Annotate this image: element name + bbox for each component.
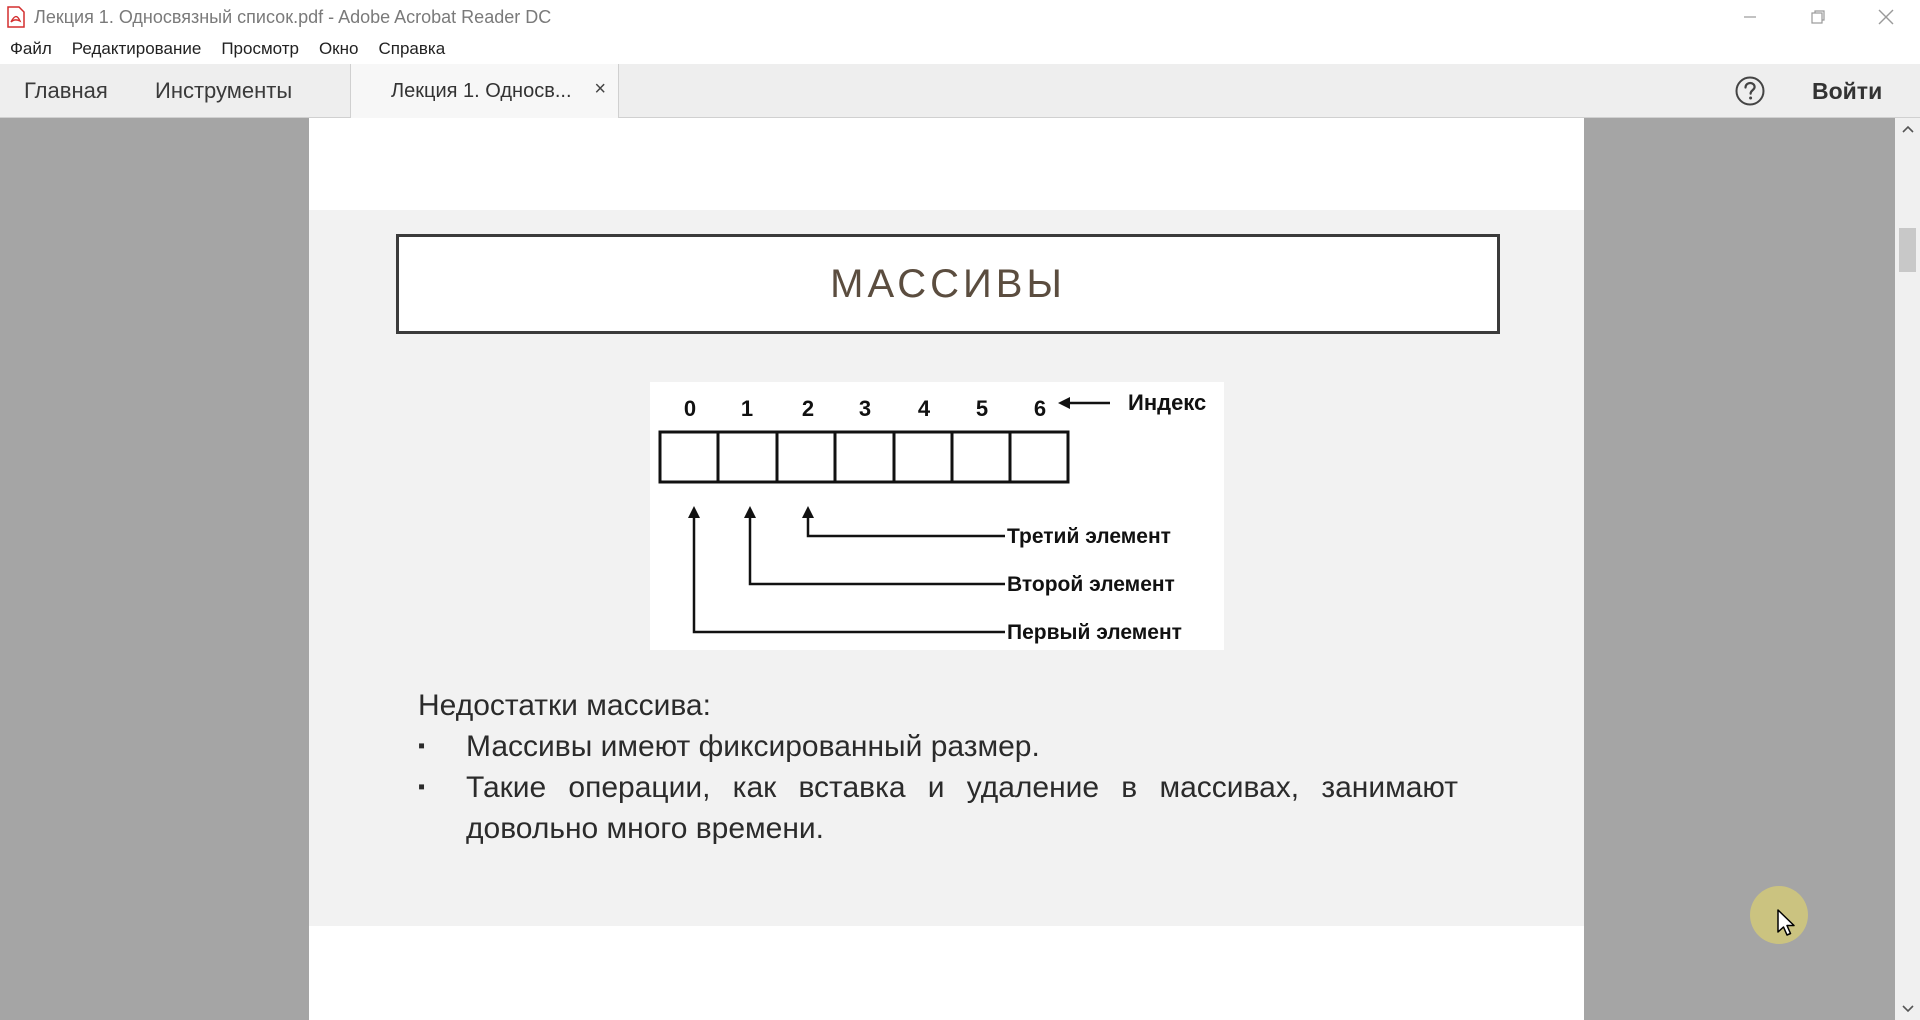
list-item-text: Массивы имеют фиксированный размер. — [466, 730, 1040, 763]
list-item: ▪ Такие операции, как вставка и удаление… — [418, 767, 1458, 849]
acrobat-pdf-icon — [7, 6, 25, 28]
menu-help[interactable]: Справка — [378, 39, 445, 59]
third-element-label: Третий элемент — [1007, 525, 1171, 548]
tab-home[interactable]: Главная — [24, 64, 108, 118]
minimize-icon[interactable] — [1716, 0, 1784, 34]
pointer-arrowheads — [688, 506, 814, 518]
second-element-label: Второй элемент — [1007, 573, 1175, 596]
tab-bar: Главная Инструменты Лекция 1. Односв... … — [0, 64, 1920, 118]
index-label-2: 2 — [802, 396, 814, 421]
index-label-5: 5 — [976, 396, 988, 421]
bullet-icon: ▪ — [418, 735, 426, 757]
restore-icon[interactable] — [1784, 0, 1852, 34]
scroll-thumb[interactable] — [1899, 228, 1916, 272]
close-icon[interactable] — [1852, 0, 1920, 34]
element-pointers — [692, 512, 1005, 634]
tab-document[interactable]: Лекция 1. Односв... × — [350, 64, 619, 118]
document-viewport[interactable]: МАССИВЫ 0 1 2 3 4 5 6 Индекс Третий элем… — [0, 118, 1895, 1020]
index-arrowhead — [1058, 397, 1070, 409]
document-tab-label: Лекция 1. Односв... — [391, 79, 572, 102]
title-bar: Лекция 1. Односвязный список.pdf - Adobe… — [0, 0, 1920, 34]
list-item-text: Такие операции, как вставка и удаление в… — [466, 771, 1458, 845]
index-label-1: 1 — [741, 396, 753, 421]
menu-bar: Файл Редактирование Просмотр Окно Справк… — [0, 34, 1920, 64]
notes-list: ▪ Массивы имеют фиксированный размер. ▪ … — [418, 726, 1458, 849]
window-title: Лекция 1. Односвязный список.pdf - Adobe… — [34, 6, 552, 27]
scroll-up-icon[interactable] — [1895, 118, 1920, 140]
bullet-icon: ▪ — [418, 776, 426, 798]
index-label-0: 0 — [684, 396, 696, 421]
notes-heading: Недостатки массива: — [418, 689, 711, 722]
scroll-down-icon[interactable] — [1895, 998, 1920, 1020]
menu-edit[interactable]: Редактирование — [72, 39, 202, 59]
menu-window[interactable]: Окно — [319, 39, 359, 59]
slide-title: МАССИВЫ — [830, 261, 1066, 306]
menu-file[interactable]: Файл — [10, 39, 52, 59]
sign-in-button[interactable]: Войти — [1812, 64, 1882, 118]
list-item: ▪ Массивы имеют фиксированный размер. — [418, 726, 1458, 767]
menu-view[interactable]: Просмотр — [221, 39, 299, 59]
array-cells — [658, 430, 1070, 484]
slide-notes: Недостатки массива: ▪ Массивы имеют фикс… — [418, 685, 1458, 849]
array-diagram: 0 1 2 3 4 5 6 Индекс Третий элемент Втор… — [650, 382, 1224, 650]
pdf-page: МАССИВЫ 0 1 2 3 4 5 6 Индекс Третий элем… — [309, 118, 1584, 1020]
close-tab-icon[interactable]: × — [594, 78, 606, 101]
index-label-6: 6 — [1034, 396, 1046, 421]
index-label-4: 4 — [918, 396, 931, 421]
vertical-scrollbar[interactable] — [1895, 118, 1920, 1020]
first-element-label: Первый элемент — [1007, 621, 1182, 644]
window-controls — [1716, 0, 1920, 34]
tab-tools[interactable]: Инструменты — [155, 64, 292, 118]
index-caption: Индекс — [1128, 390, 1206, 415]
slide: МАССИВЫ 0 1 2 3 4 5 6 Индекс Третий элем… — [309, 210, 1584, 926]
index-label-3: 3 — [859, 396, 871, 421]
mouse-cursor-icon — [1777, 909, 1795, 936]
help-circle-icon[interactable] — [1734, 75, 1766, 107]
slide-title-box: МАССИВЫ — [396, 234, 1500, 334]
